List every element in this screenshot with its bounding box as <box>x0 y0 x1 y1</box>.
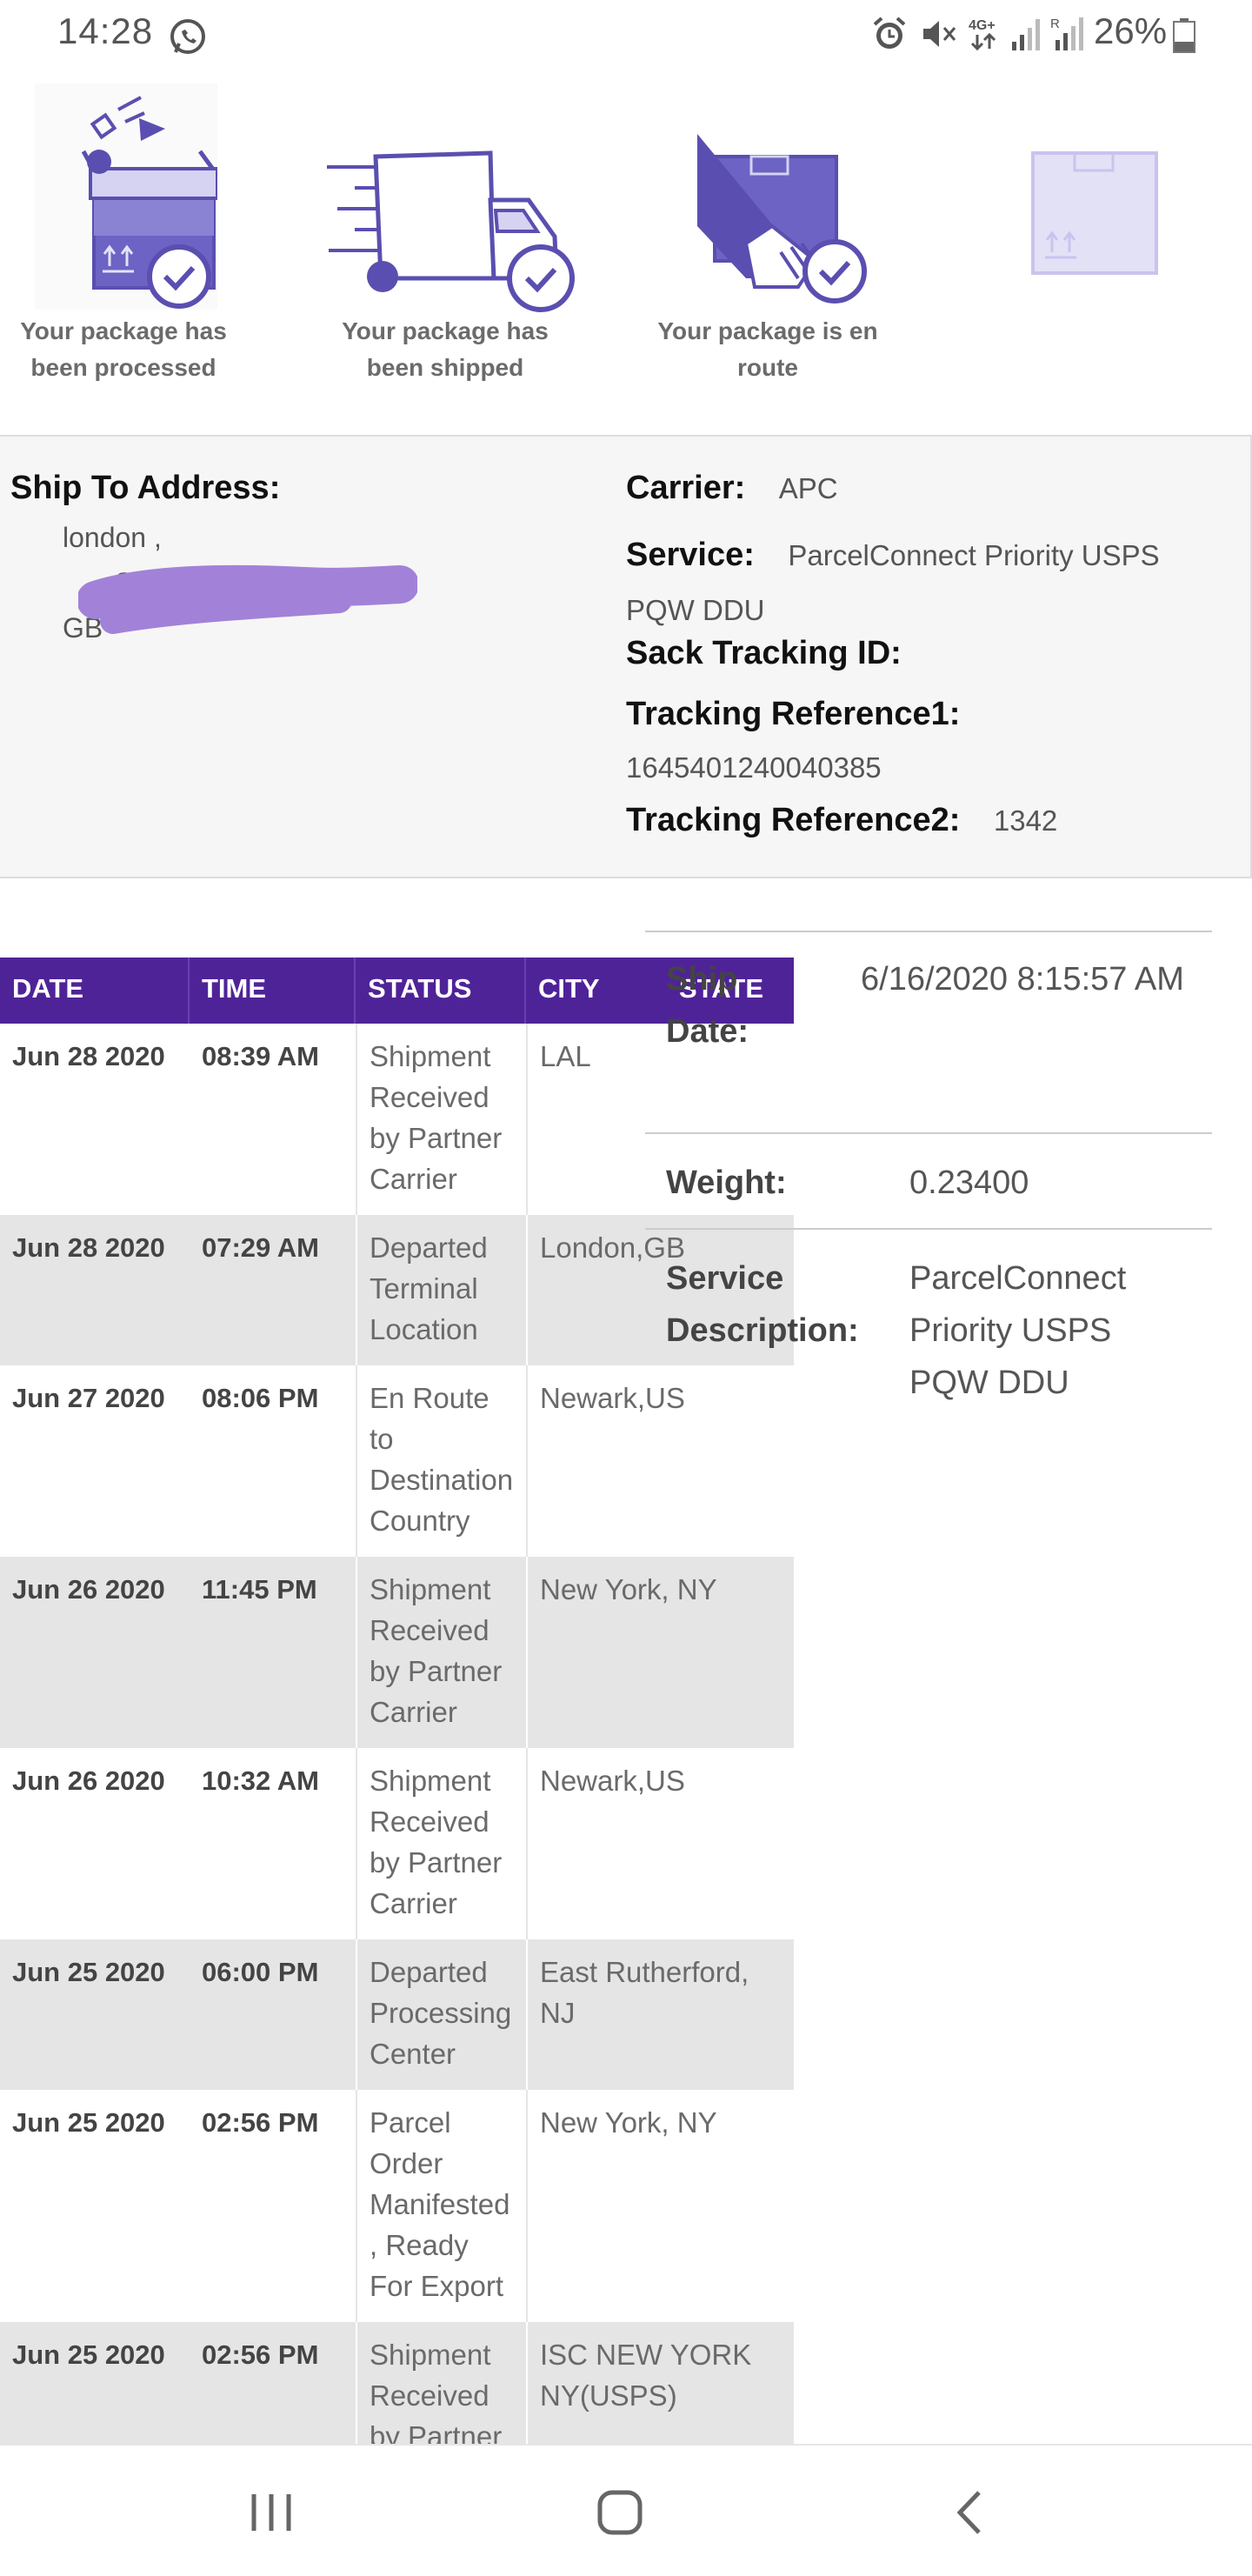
row-date: Jun 25 2020 <box>12 2107 165 2138</box>
delivery-truck-icon <box>327 150 575 312</box>
divider <box>645 1228 1212 1230</box>
clock: 14:28 <box>57 10 154 51</box>
row-city: Newark,US <box>526 1365 794 1557</box>
header-date: DATE <box>0 958 190 1024</box>
back-icon[interactable] <box>953 2489 988 2536</box>
signal-icon <box>1012 19 1040 50</box>
row-city: New York, NY <box>526 2090 794 2322</box>
service-label: Service: <box>626 537 755 573</box>
row-city: Newark,US <box>526 1748 794 1939</box>
row-status: En Route to Destination Country <box>356 1365 526 1557</box>
header-time: TIME <box>190 958 356 1024</box>
row-status: Shipment Received by Partner Carrier <box>356 1024 526 1215</box>
ship-date-value: 6/16/2020 8:15:57 AM <box>861 961 1184 998</box>
header-status: STATUS <box>356 958 526 1024</box>
row-status: Shipment Received by Partner Carrier <box>356 1557 526 1748</box>
service-description-label: Service Description: <box>666 1260 859 1349</box>
row-date: Jun 28 2020 <box>12 1232 165 1263</box>
table-body: Jun 28 2020 08:39 AM Shipment Received by … <box>0 1024 794 2473</box>
box-icon <box>1031 151 1158 275</box>
open-box-icon <box>35 83 217 310</box>
carrier-label: Carrier: <box>626 470 746 506</box>
battery-percent: 26% <box>1094 10 1168 51</box>
row-date: Jun 26 2020 <box>12 1765 165 1796</box>
row-status: Parcel Order Manifested , Ready For Expo… <box>356 2090 526 2322</box>
table-row: Jun 25 2020 02:56 PM Parcel Order Manifest… <box>0 2090 794 2322</box>
row-status: Departed Processing Center <box>356 1939 526 2090</box>
divider <box>645 1132 1212 1134</box>
weight-label: Weight: <box>666 1165 787 1201</box>
alarm-icon <box>873 17 906 49</box>
table-row: Jun 26 2020 11:45 PM Shipment Received by … <box>0 1557 794 1748</box>
row-date: Jun 25 2020 <box>12 1957 165 1987</box>
shipment-info-panel: Ship To Address: london , SE1 GB Carrier… <box>0 435 1252 878</box>
redaction-scribble <box>78 564 417 634</box>
step-label-processed: Your package has been processed <box>20 317 227 381</box>
weight-value: 0.23400 <box>909 1165 1029 1201</box>
mute-icon <box>923 21 956 47</box>
4g-icon: 4G+ <box>969 18 996 51</box>
sack-tracking-label: Sack Tracking ID: <box>626 635 902 671</box>
row-status: Departed Terminal Location <box>356 1215 526 1365</box>
whatsapp-icon <box>170 19 205 54</box>
row-time: 08:39 AM <box>202 1041 319 1071</box>
carrier-value: APC <box>778 472 838 504</box>
service-description-value: ParcelConnect Priority USPS PQW DDU <box>909 1260 1127 1401</box>
row-time: 11:45 PM <box>202 1574 317 1605</box>
signal-r-icon: R <box>1050 17 1083 50</box>
status-bar: 14:28 4G+ R 26% <box>0 0 1252 70</box>
table-row: Jun 26 2020 10:32 AM Shipment Received by … <box>0 1748 794 1939</box>
row-city: East Rutherford, NJ <box>526 1939 794 2090</box>
ship-to-title: Ship To Address: <box>10 470 281 506</box>
step-label-en-route: Your package is en route <box>657 317 878 381</box>
recent-apps-icon[interactable] <box>247 2491 296 2534</box>
row-time: 06:00 PM <box>202 1957 319 1987</box>
tracking-ref1-label: Tracking Reference1: <box>626 696 961 732</box>
tracking-ref2-label: Tracking Reference2: <box>626 802 961 838</box>
row-time: 02:56 PM <box>202 2107 319 2138</box>
row-time: 07:29 AM <box>202 1232 319 1263</box>
tracking-ref1-value: 1645401240040385 <box>626 751 882 784</box>
ship-date-label: Ship Date: <box>666 961 749 1050</box>
table-row: Jun 25 2020 06:00 PM Departed Processing C… <box>0 1939 794 2090</box>
row-time: 10:32 AM <box>202 1765 319 1796</box>
tracking-ref2-value: 1342 <box>993 804 1058 837</box>
svg-text:R: R <box>1050 17 1060 31</box>
divider <box>645 931 1212 932</box>
table-row: Jun 27 2020 08:06 PM En Route to Destinati… <box>0 1365 794 1557</box>
row-date: Jun 26 2020 <box>12 1574 165 1605</box>
row-date: Jun 28 2020 <box>12 1041 165 1071</box>
battery-icon <box>1173 18 1195 53</box>
home-icon[interactable] <box>596 2489 643 2536</box>
row-city: New York, NY <box>526 1557 794 1748</box>
header-city: CITY <box>538 973 600 1004</box>
hand-box-icon <box>697 134 867 304</box>
step-label-shipped: Your package has been shipped <box>342 317 549 381</box>
row-status: Shipment Received by Partner Carrier <box>356 1748 526 1939</box>
svg-text:4G+: 4G+ <box>969 18 996 33</box>
row-time: 08:06 PM <box>202 1383 319 1413</box>
row-date: Jun 27 2020 <box>12 1383 165 1413</box>
system-nav-bar <box>0 2444 1252 2576</box>
